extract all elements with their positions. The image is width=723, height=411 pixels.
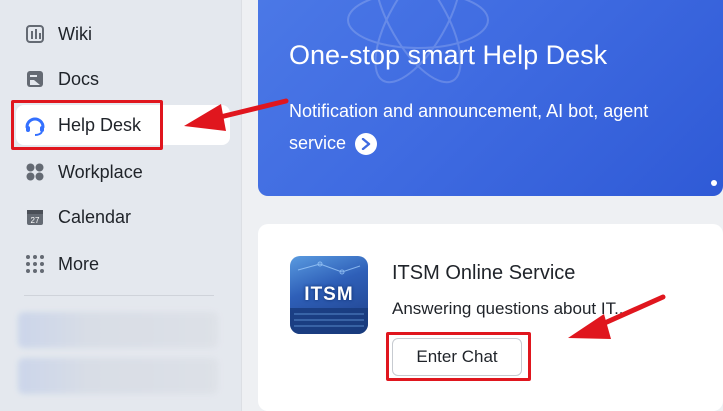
blurred-sidebar-item[interactable]	[18, 312, 218, 348]
calendar-icon: 27	[24, 206, 46, 228]
sidebar-item-label: More	[58, 253, 100, 274]
help-desk-highlight-box	[11, 100, 163, 150]
more-icon	[24, 253, 46, 275]
sidebar-item-label: Wiki	[58, 23, 92, 44]
docs-icon	[24, 68, 46, 90]
banner-title: One-stop smart Help Desk	[289, 40, 608, 70]
sidebar-item-wiki[interactable]: Wiki	[16, 14, 230, 54]
help-desk-banner[interactable]: One-stop smart Help Desk Notification an…	[258, 0, 723, 196]
sidebar-item-calendar[interactable]: 27 Calendar	[16, 197, 230, 237]
blurred-sidebar-item[interactable]	[18, 358, 218, 394]
banner-subtitle: Notification and announcement, AI bot, a…	[289, 95, 689, 159]
workplace-icon	[24, 161, 46, 183]
carousel-dot[interactable]	[711, 180, 717, 186]
thumbnail-label: ITSM	[304, 284, 354, 305]
service-title: ITSM Online Service	[392, 262, 576, 284]
service-description: Answering questions about IT...	[392, 299, 629, 318]
sidebar: Wiki Docs Help Desk Workplace 27 Calenda…	[0, 0, 242, 411]
wiki-icon	[24, 23, 46, 45]
itsm-thumbnail: ITSM	[290, 256, 368, 334]
enter-chat-highlight-box	[386, 332, 531, 381]
svg-text:27: 27	[31, 216, 40, 225]
sidebar-item-label: Workplace	[58, 161, 143, 182]
sidebar-item-label: Calendar	[58, 206, 132, 227]
sidebar-item-label: Docs	[58, 68, 100, 89]
sidebar-item-docs[interactable]: Docs	[16, 59, 230, 99]
sidebar-item-more[interactable]: More	[16, 244, 230, 284]
service-card: ITSM ITSM Online Service Answering quest…	[258, 224, 723, 411]
arrow-right-icon[interactable]	[355, 133, 378, 156]
sidebar-divider	[24, 295, 214, 296]
sidebar-item-workplace[interactable]: Workplace	[16, 152, 230, 192]
